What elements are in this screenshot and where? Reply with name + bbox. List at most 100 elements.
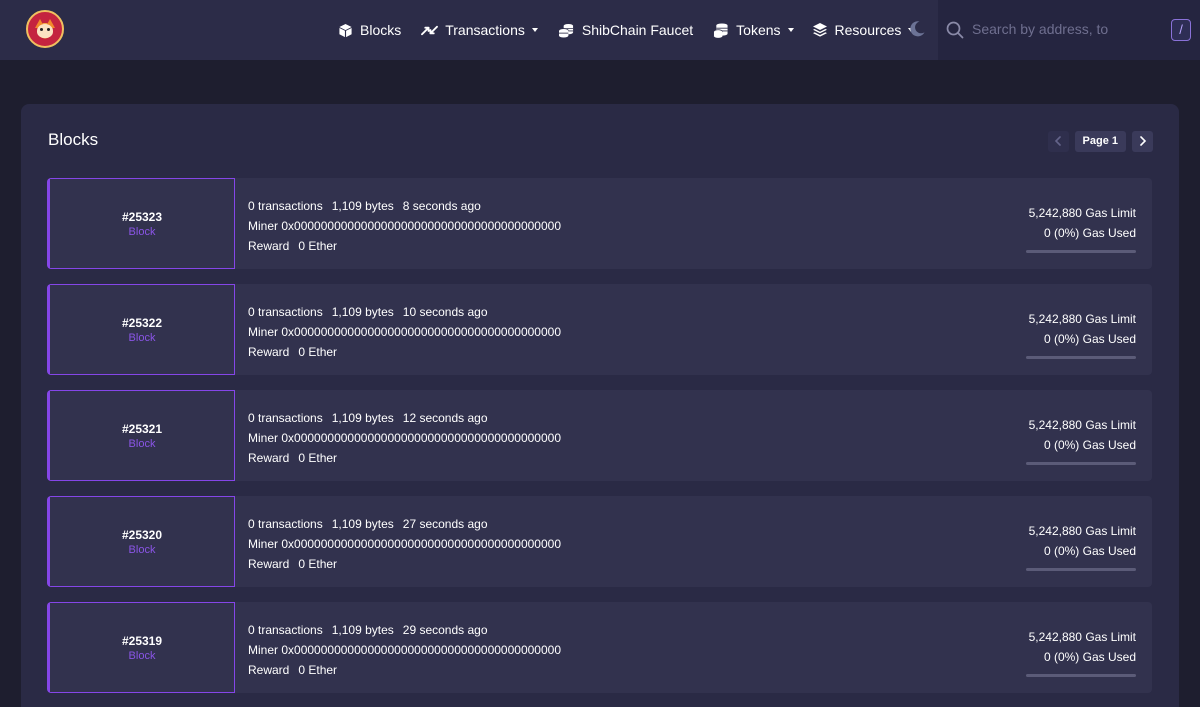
search-shortcut-key: /: [1171, 19, 1191, 41]
block-row: #25320 Block 0 transactions 1,109 bytes 27…: [47, 496, 1152, 587]
block-details: 0 transactions 1,109 bytes 29 seconds ago …: [248, 620, 561, 680]
logo-face: [37, 24, 53, 38]
block-number-link[interactable]: #25320: [122, 528, 162, 542]
block-tile[interactable]: #25323 Block: [47, 178, 235, 269]
block-size: 1,109 bytes: [331, 517, 394, 531]
nav-item-tokens[interactable]: Tokens: [713, 0, 794, 60]
miner-label: Miner: [248, 537, 279, 551]
search-input[interactable]: [972, 18, 1108, 40]
block-row: #25323 Block 0 transactions 1,109 bytes 8 …: [47, 178, 1152, 269]
search-icon: [946, 21, 964, 44]
block-size: 1,109 bytes: [331, 623, 394, 637]
gas-used-bar: [1026, 250, 1136, 253]
block-details: 0 transactions 1,109 bytes 27 seconds ago …: [248, 514, 561, 574]
top-navbar: Blocks Transactions ShibChain Faucet Tok…: [0, 0, 1200, 60]
block-tile[interactable]: #25319 Block: [47, 602, 235, 693]
block-number-link[interactable]: #25322: [122, 316, 162, 330]
gas-used-bar: [1026, 674, 1136, 677]
nav-item-faucet[interactable]: ShibChain Faucet: [558, 0, 693, 60]
page-title: Blocks: [48, 130, 99, 149]
block-type-label: Block: [128, 331, 156, 344]
miner-label: Miner: [248, 643, 279, 657]
block-list: #25323 Block 0 transactions 1,109 bytes 8 …: [47, 178, 1152, 707]
block-number-link[interactable]: #25321: [122, 422, 162, 436]
prev-page-button[interactable]: [1047, 131, 1069, 152]
miner-label: Miner: [248, 219, 279, 233]
gas-limit: 5,242,880 Gas Limit: [1028, 630, 1136, 644]
shibchain-logo[interactable]: [26, 10, 64, 48]
block-tile[interactable]: #25321 Block: [47, 390, 235, 481]
miner-label: Miner: [248, 325, 279, 339]
transactions-count[interactable]: 0 transactions: [248, 623, 323, 637]
layers-icon: [812, 22, 828, 38]
miner-address-link[interactable]: 0x00000000000000000000000000000000000000…: [281, 431, 561, 445]
block-size: 1,109 bytes: [331, 199, 394, 213]
logo-eye-right: [47, 28, 50, 31]
miner-address-link[interactable]: 0x00000000000000000000000000000000000000…: [281, 537, 561, 551]
miner-address-link[interactable]: 0x00000000000000000000000000000000000000…: [281, 219, 561, 233]
moon-icon: [908, 21, 926, 42]
reward-label: Reward: [248, 663, 290, 677]
block-row: #25321 Block 0 transactions 1,109 bytes 12…: [47, 390, 1152, 481]
miner-address-link[interactable]: 0x00000000000000000000000000000000000000…: [281, 325, 561, 339]
block-age: 12 seconds ago: [402, 411, 488, 425]
block-age: 10 seconds ago: [402, 305, 488, 319]
gas-used-bar: [1026, 568, 1136, 571]
block-tile[interactable]: #25322 Block: [47, 284, 235, 375]
transactions-count[interactable]: 0 transactions: [248, 199, 323, 213]
coins-stack-icon: [713, 22, 729, 38]
block-details: 0 transactions 1,109 bytes 8 seconds ago M…: [248, 196, 561, 256]
block-tile[interactable]: #25320 Block: [47, 496, 235, 587]
chevron-left-icon: [1054, 133, 1062, 151]
arrows-swap-icon: [421, 23, 439, 38]
nav-item-transactions[interactable]: Transactions: [421, 0, 538, 60]
next-page-button[interactable]: [1132, 131, 1153, 152]
search-bar: /: [938, 0, 1200, 60]
chevron-down-icon: [531, 28, 538, 32]
reward-value: 0 Ether: [298, 239, 338, 253]
transactions-count[interactable]: 0 transactions: [248, 305, 323, 319]
nav-item-resources[interactable]: Resources: [812, 0, 915, 60]
cube-icon: [338, 23, 353, 38]
coins-icon: [558, 23, 575, 38]
transactions-count[interactable]: 0 transactions: [248, 411, 323, 425]
gas-used: 0 (0%) Gas Used: [1043, 226, 1136, 240]
block-number-link[interactable]: #25319: [122, 634, 162, 648]
chevron-right-icon: [1139, 133, 1147, 151]
gas-info: 5,242,880 Gas Limit 0 (0%) Gas Used: [1029, 627, 1136, 667]
gas-used: 0 (0%) Gas Used: [1043, 650, 1136, 664]
gas-info: 5,242,880 Gas Limit 0 (0%) Gas Used: [1029, 521, 1136, 561]
nav-item-blocks[interactable]: Blocks: [338, 0, 401, 60]
nav-item-label: Resources: [834, 22, 902, 38]
block-size: 1,109 bytes: [331, 305, 394, 319]
gas-used-bar: [1026, 356, 1136, 359]
chevron-down-icon: [787, 28, 794, 32]
gas-used: 0 (0%) Gas Used: [1043, 438, 1136, 452]
reward-label: Reward: [248, 451, 290, 465]
blocks-card: Blocks Page 1 #25323 Block 0 transaction…: [21, 104, 1179, 707]
gas-limit: 5,242,880 Gas Limit: [1028, 418, 1136, 432]
reward-label: Reward: [248, 239, 290, 253]
gas-used-bar: [1026, 462, 1136, 465]
reward-value: 0 Ether: [298, 557, 338, 571]
gas-limit: 5,242,880 Gas Limit: [1028, 524, 1136, 538]
logo-eye-left: [40, 28, 43, 31]
transactions-count[interactable]: 0 transactions: [248, 517, 323, 531]
gas-used: 0 (0%) Gas Used: [1043, 332, 1136, 346]
block-type-label: Block: [128, 437, 156, 450]
block-type-label: Block: [128, 543, 156, 556]
block-details: 0 transactions 1,109 bytes 10 seconds ago …: [248, 302, 561, 362]
block-type-label: Block: [128, 225, 156, 238]
pagination: Page 1: [1047, 131, 1153, 152]
reward-label: Reward: [248, 345, 290, 359]
theme-toggle[interactable]: [908, 20, 926, 43]
reward-value: 0 Ether: [298, 345, 338, 359]
gas-info: 5,242,880 Gas Limit 0 (0%) Gas Used: [1029, 415, 1136, 455]
nav-item-label: ShibChain Faucet: [581, 22, 694, 38]
current-page-label: Page 1: [1074, 131, 1126, 152]
block-row: #25319 Block 0 transactions 1,109 bytes 29…: [47, 602, 1152, 693]
block-number-link[interactable]: #25323: [122, 210, 162, 224]
miner-address-link[interactable]: 0x00000000000000000000000000000000000000…: [281, 643, 561, 657]
gas-used: 0 (0%) Gas Used: [1043, 544, 1136, 558]
gas-info: 5,242,880 Gas Limit 0 (0%) Gas Used: [1029, 203, 1136, 243]
